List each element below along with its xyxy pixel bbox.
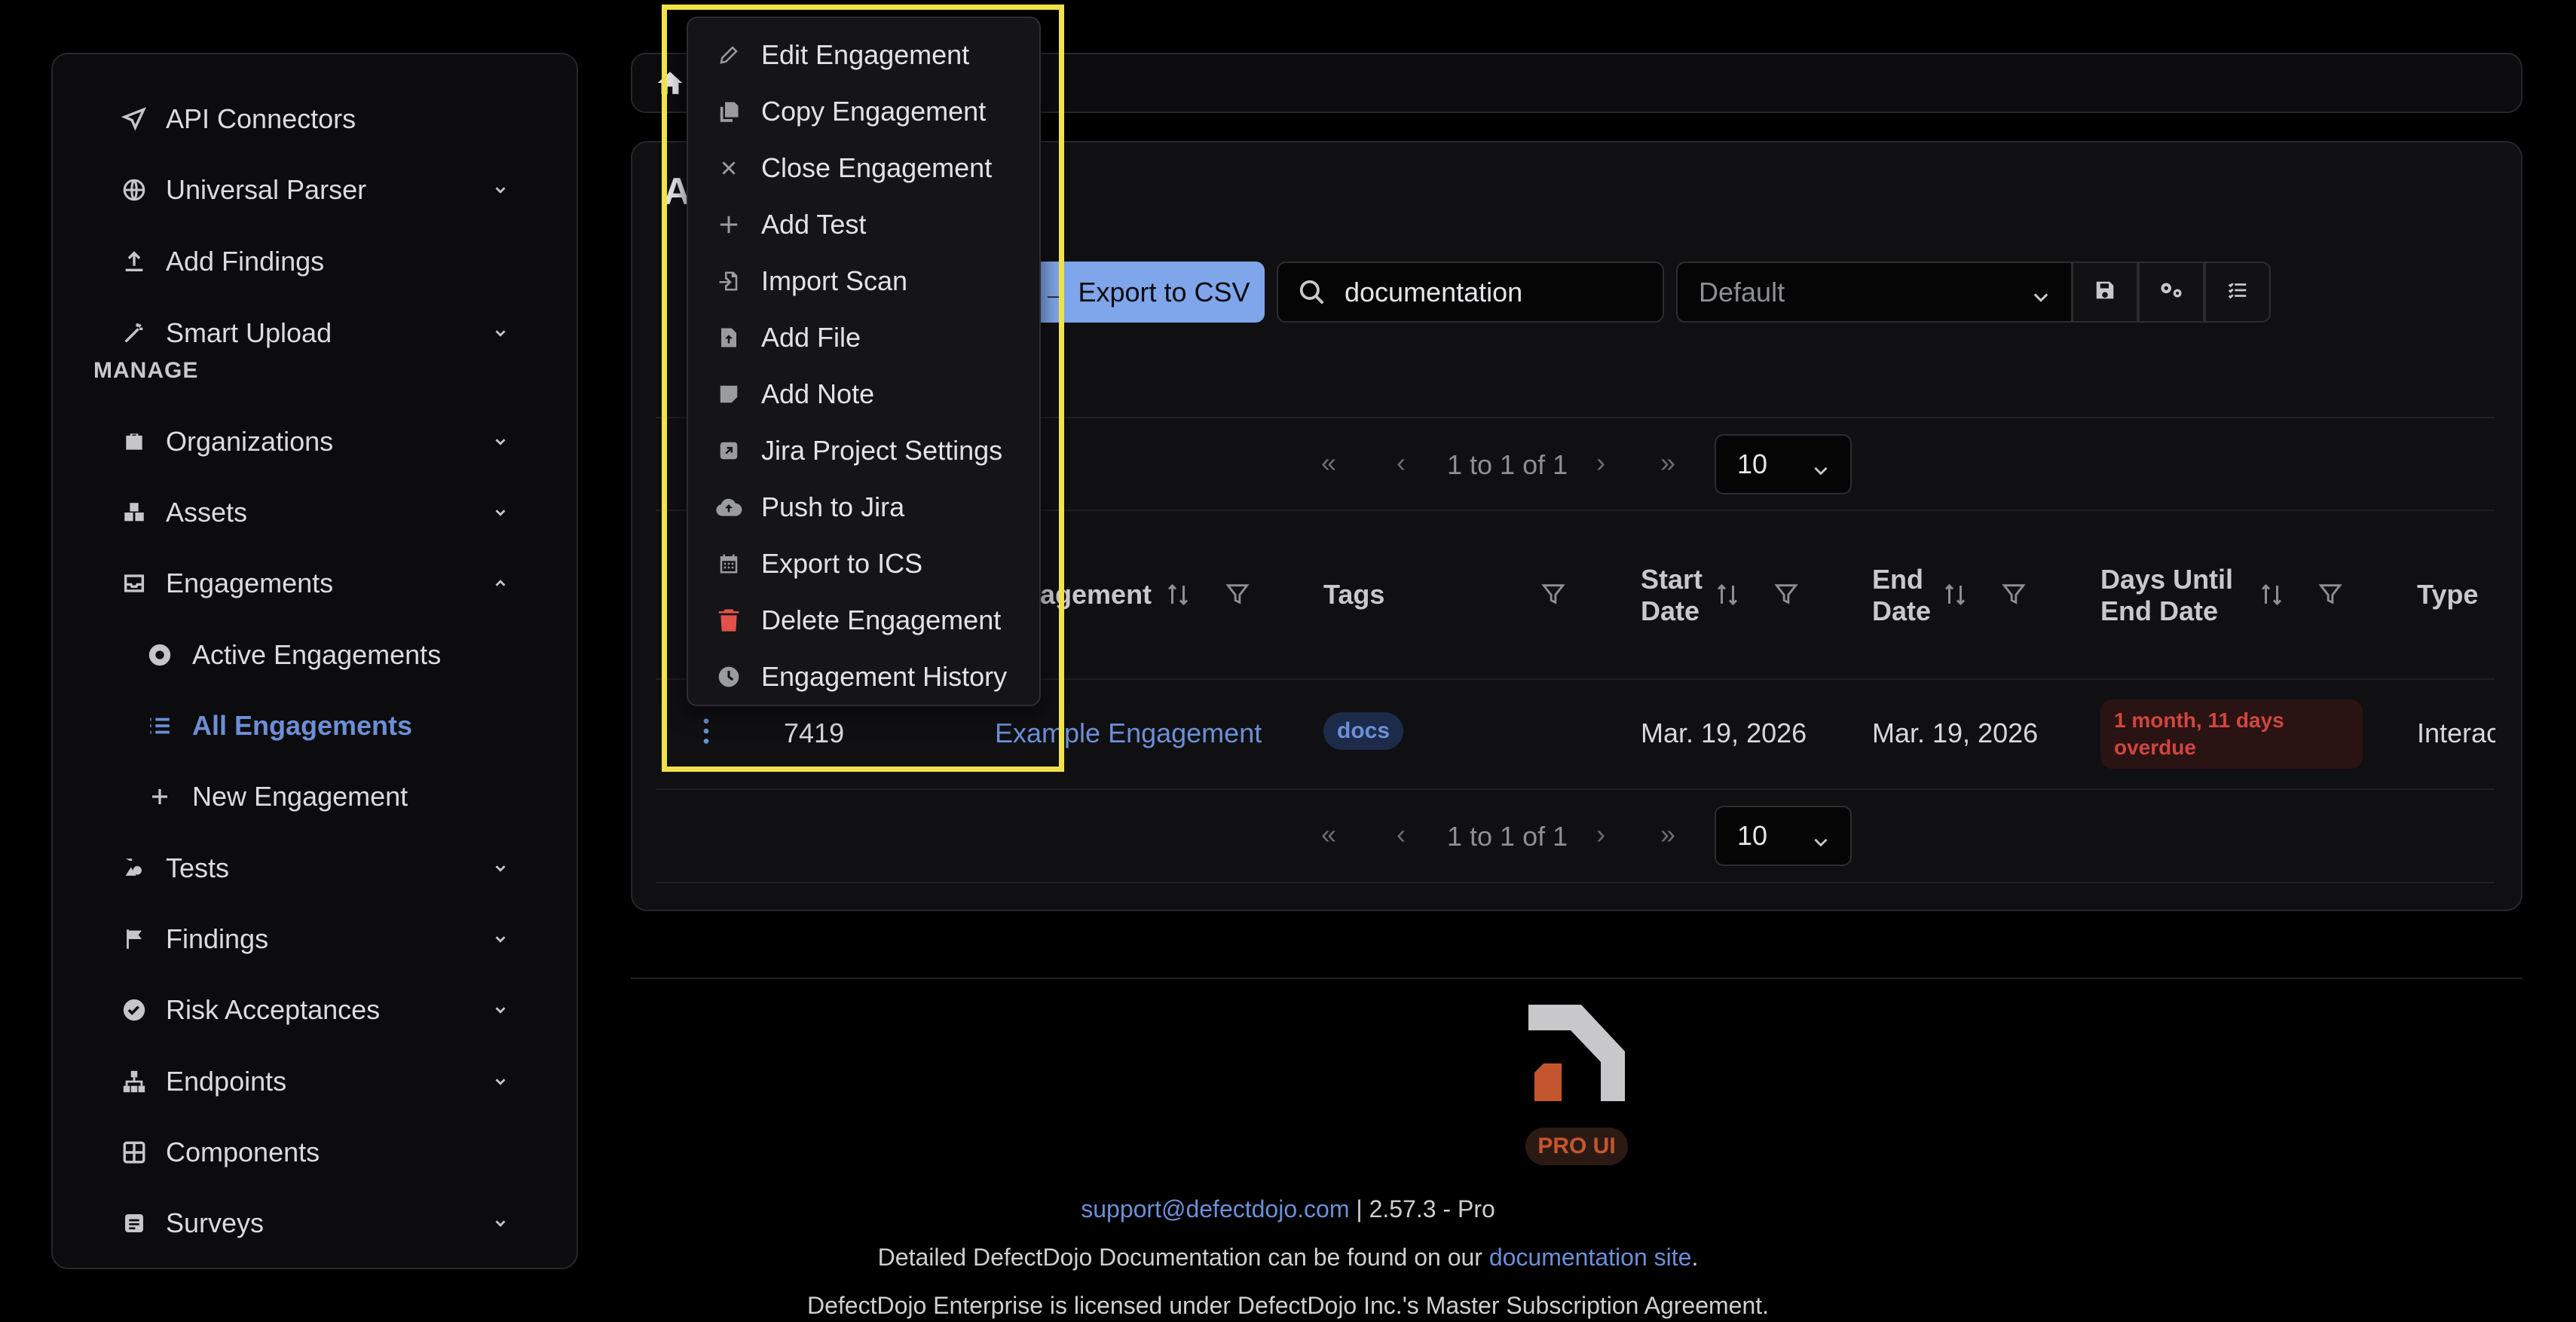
divider bbox=[656, 788, 2495, 790]
highlight-frame bbox=[662, 5, 1064, 772]
sidebar-item-universal-parser[interactable]: Universal Parser bbox=[53, 160, 577, 220]
sitemap-icon bbox=[119, 1066, 149, 1097]
save-icon bbox=[2094, 279, 2116, 305]
first-page-icon[interactable]: « bbox=[1321, 447, 1336, 479]
pager-range: 1 to 1 of 1 bbox=[1447, 449, 1568, 480]
documentation-site-link[interactable]: documentation site bbox=[1489, 1244, 1692, 1271]
chevron-up-icon bbox=[490, 573, 511, 594]
sidebar-item-api-connectors[interactable]: API Connectors bbox=[53, 89, 577, 149]
pager-range: 1 to 1 of 1 bbox=[1447, 821, 1568, 852]
chevron-down-icon bbox=[1810, 827, 1832, 858]
search-icon bbox=[1298, 278, 1326, 311]
pro-ui-badge: PRO UI bbox=[1525, 1128, 1628, 1165]
footer-license: DefectDojo Enterprise is licensed under … bbox=[806, 1292, 1770, 1319]
sort-icon[interactable] bbox=[1164, 580, 1192, 613]
send-icon bbox=[119, 104, 149, 134]
support-email-link[interactable]: support@defectdojo.com bbox=[1081, 1195, 1349, 1223]
save-filter-button[interactable] bbox=[2072, 262, 2138, 323]
chevron-down-icon bbox=[490, 431, 511, 452]
footer-divider bbox=[631, 978, 2522, 979]
sidebar-item-smart-upload[interactable]: Smart Upload bbox=[53, 303, 577, 363]
page-size-select[interactable]: 10 bbox=[1715, 434, 1852, 494]
last-page-icon[interactable]: » bbox=[1660, 819, 1675, 850]
sidebar-item-active-engagements[interactable]: Active Engagements bbox=[53, 625, 577, 685]
next-page-icon[interactable]: › bbox=[1596, 819, 1605, 850]
sidebar-item-add-findings[interactable]: Add Findings bbox=[53, 231, 577, 292]
sidebar-item-components[interactable]: Components bbox=[53, 1122, 577, 1183]
check-circle-icon bbox=[119, 995, 149, 1025]
sidebar-item-all-engagements[interactable]: All Engagements bbox=[53, 696, 577, 756]
magic-wand-icon bbox=[119, 318, 149, 348]
globe-icon bbox=[119, 175, 149, 205]
sidebar-item-endpoints[interactable]: Endpoints bbox=[53, 1051, 577, 1112]
chevron-down-icon bbox=[490, 999, 511, 1021]
column-header-end-date[interactable]: End Date bbox=[1872, 564, 1940, 627]
list-icon bbox=[145, 711, 175, 741]
flag-icon bbox=[119, 924, 149, 954]
grid-icon bbox=[119, 1137, 149, 1167]
sidebar-item-new-engagement[interactable]: New Engagement bbox=[53, 767, 577, 827]
filter-preset-select[interactable]: Default bbox=[1676, 262, 2073, 323]
filter-icon[interactable] bbox=[2317, 580, 2343, 611]
briefcase-icon bbox=[119, 427, 149, 457]
last-page-icon[interactable]: » bbox=[1660, 447, 1675, 479]
column-header-days-until-end[interactable]: Days Until End Date bbox=[2100, 564, 2266, 627]
search-input[interactable] bbox=[1345, 276, 1646, 308]
chevron-down-icon bbox=[490, 179, 511, 200]
filter-icon[interactable] bbox=[1773, 580, 1799, 611]
column-header-tags: Tags bbox=[1323, 579, 1385, 610]
sidebar-item-assets[interactable]: Assets bbox=[53, 482, 577, 543]
target-icon bbox=[145, 640, 175, 670]
page-size-select[interactable]: 10 bbox=[1715, 806, 1852, 866]
column-header-type[interactable]: Type bbox=[2417, 579, 2478, 611]
chevron-down-icon bbox=[2029, 283, 2053, 314]
defectdojo-logo bbox=[1528, 1005, 1625, 1105]
boxes-icon bbox=[119, 497, 149, 528]
filter-icon[interactable] bbox=[1540, 580, 1566, 611]
sidebar-item-findings[interactable]: Findings bbox=[53, 909, 577, 969]
prev-page-icon[interactable]: ‹ bbox=[1397, 819, 1406, 850]
list-check-icon bbox=[2225, 279, 2250, 305]
sort-icon[interactable] bbox=[1714, 580, 1741, 613]
sidebar-item-engagements[interactable]: Engagements bbox=[53, 553, 577, 614]
inbox-icon bbox=[119, 568, 149, 598]
footer-support: support@defectdojo.com | 2.57.3 - Pro bbox=[1081, 1195, 1495, 1223]
search-field[interactable] bbox=[1277, 262, 1664, 323]
filter-icon[interactable] bbox=[1225, 580, 1250, 611]
overdue-badge: 1 month, 11 days overdue bbox=[2100, 699, 2363, 769]
sort-icon[interactable] bbox=[1941, 580, 1969, 613]
flask-icon bbox=[119, 853, 149, 883]
footer-docs: Detailed DefectDojo Documentation can be… bbox=[877, 1244, 1699, 1271]
sidebar-item-tests[interactable]: Tests bbox=[53, 838, 577, 898]
chevron-down-icon bbox=[490, 929, 511, 950]
sidebar: API Connectors Universal Parser Add Find… bbox=[51, 53, 578, 1269]
first-page-icon[interactable]: « bbox=[1321, 819, 1336, 850]
gears-icon bbox=[2157, 277, 2186, 307]
chevron-down-icon bbox=[1810, 455, 1832, 487]
engagement-type: Interac bbox=[2417, 718, 2495, 748]
section-header-manage: MANAGE bbox=[93, 358, 199, 383]
tag-badge[interactable]: docs bbox=[1323, 712, 1404, 750]
sidebar-item-organizations[interactable]: Organizations bbox=[53, 412, 577, 472]
chevron-down-icon bbox=[490, 1071, 511, 1092]
sidebar-item-risk-acceptances[interactable]: Risk Acceptances bbox=[53, 980, 577, 1040]
sort-icon[interactable] bbox=[2258, 580, 2285, 613]
end-date: Mar. 19, 2026 bbox=[1872, 718, 2039, 748]
column-header-start-date[interactable]: Start Date bbox=[1641, 564, 1716, 627]
chevron-down-icon bbox=[490, 858, 511, 879]
filter-icon[interactable] bbox=[2001, 580, 2027, 611]
divider bbox=[656, 882, 2495, 883]
columns-button[interactable] bbox=[2204, 262, 2271, 323]
chevron-down-icon bbox=[490, 323, 511, 344]
prev-page-icon[interactable]: ‹ bbox=[1397, 447, 1406, 479]
plus-icon bbox=[145, 782, 175, 812]
chevron-down-icon bbox=[490, 502, 511, 523]
start-date: Mar. 19, 2026 bbox=[1641, 718, 1807, 748]
next-page-icon[interactable]: › bbox=[1596, 447, 1605, 479]
upload-icon bbox=[119, 246, 149, 277]
settings-button[interactable] bbox=[2138, 262, 2204, 323]
